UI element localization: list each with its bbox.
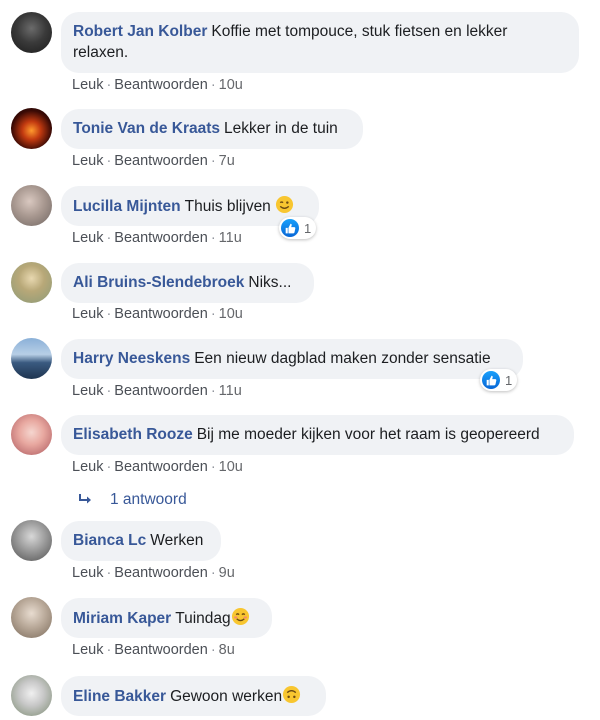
comment-actions: Leuk · Beantwoorden · 11u: [72, 383, 242, 399]
comment-time[interactable]: 11u: [219, 230, 242, 246]
comment-bubble: Bianca Lc Werken: [61, 521, 221, 561]
avatar[interactable]: [11, 185, 52, 226]
comment-author[interactable]: Bianca Lc: [73, 532, 146, 549]
comment-actions: Leuk · Beantwoorden · 10u: [72, 77, 243, 93]
like-link[interactable]: Leuk: [72, 383, 103, 399]
comment-time[interactable]: 9u: [219, 565, 235, 581]
like-thumb-icon: [281, 219, 299, 237]
comment-text: Een nieuw dagblad maken zonder sensatie: [194, 350, 491, 367]
comment-time[interactable]: 7u: [219, 153, 235, 169]
reply-link[interactable]: Beantwoorden: [114, 77, 208, 93]
comment-author[interactable]: Elisabeth Rooze: [73, 426, 193, 443]
comment-bubble: Ali Bruins-Slendebroek Niks...: [61, 263, 314, 303]
avatar[interactable]: [11, 597, 52, 638]
reaction-count[interactable]: 1: [279, 217, 317, 239]
like-link[interactable]: Leuk: [72, 306, 103, 322]
reply-link[interactable]: Beantwoorden: [114, 230, 208, 246]
avatar[interactable]: [11, 108, 52, 149]
comment-bubble: Miriam Kaper Tuindag: [61, 598, 272, 638]
smile-emoji-icon: [231, 607, 249, 626]
like-link[interactable]: Leuk: [72, 459, 103, 475]
comment-author[interactable]: Ali Bruins-Slendebroek: [73, 274, 244, 291]
like-link[interactable]: Leuk: [72, 565, 103, 581]
like-thumb-icon: [482, 371, 500, 389]
wink-emoji-icon: [276, 195, 294, 214]
comment-text: Bij me moeder kijken voor het raam is ge…: [196, 426, 540, 443]
comment-text: Lekker in de tuin: [224, 120, 338, 137]
comment-bubble: Eline Bakker Gewoon werken: [61, 676, 326, 716]
reply-arrow-icon: [79, 494, 91, 504]
comment-author[interactable]: Eline Bakker: [73, 688, 166, 705]
comment-author[interactable]: Harry Neeskens: [73, 350, 190, 367]
comment-time[interactable]: 8u: [219, 642, 235, 658]
reply-link[interactable]: Beantwoorden: [114, 565, 208, 581]
avatar[interactable]: [11, 12, 52, 53]
comment-bubble: Lucilla Mijnten Thuis blijven: [61, 186, 319, 226]
comment-bubble: Robert Jan Kolber Koffie met tompouce, st…: [61, 12, 579, 73]
upside-down-emoji-icon: [283, 685, 301, 704]
comment-time[interactable]: 10u: [219, 77, 243, 93]
reaction-number: 1: [304, 220, 312, 236]
comment-author[interactable]: Miriam Kaper: [73, 610, 171, 627]
like-link[interactable]: Leuk: [72, 153, 103, 169]
comment-text-continued: relaxen.: [73, 44, 129, 61]
avatar[interactable]: [11, 338, 52, 379]
comment-text: Koffie met tompouce, stuk fietsen en lek…: [211, 23, 508, 40]
reply-link[interactable]: Beantwoorden: [114, 459, 208, 475]
comment-time[interactable]: 11u: [219, 383, 242, 399]
comment-actions: Leuk · Beantwoorden · 10u: [72, 306, 243, 322]
comment-bubble: Tonie Van de Kraats Lekker in de tuin: [61, 109, 363, 149]
comment-actions: Leuk · Beantwoorden · 8u: [72, 642, 235, 658]
comment-time[interactable]: 10u: [219, 306, 243, 322]
comment-actions: Leuk · Beantwoorden · 10u: [72, 459, 243, 475]
comment-time[interactable]: 10u: [219, 459, 243, 475]
reply-link[interactable]: Beantwoorden: [114, 306, 208, 322]
reaction-count[interactable]: 1: [480, 369, 518, 391]
avatar[interactable]: [11, 520, 52, 561]
comment-text: Werken: [150, 532, 204, 549]
comment-text: Tuindag: [175, 610, 231, 627]
avatar[interactable]: [11, 414, 52, 455]
comment-actions: Leuk · Beantwoorden · 7u: [72, 153, 235, 169]
comment-actions: Leuk · Beantwoorden · 9u: [72, 565, 235, 581]
like-link[interactable]: Leuk: [72, 642, 103, 658]
comment-author[interactable]: Tonie Van de Kraats: [73, 120, 220, 137]
comment-text: Gewoon werken: [170, 688, 283, 705]
view-replies-link[interactable]: 1 antwoord: [78, 491, 187, 509]
avatar[interactable]: [11, 262, 52, 303]
replies-count-label[interactable]: 1 antwoord: [110, 491, 187, 509]
comment-bubble: Elisabeth Rooze Bij me moeder kijken voor…: [61, 415, 574, 455]
comment-author[interactable]: Lucilla Mijnten: [73, 198, 181, 215]
reaction-number: 1: [505, 372, 513, 388]
comment-actions: Leuk · Beantwoorden · 11u: [72, 230, 242, 246]
comment-text: Thuis blijven: [184, 198, 271, 215]
avatar[interactable]: [11, 675, 52, 716]
comment-author[interactable]: Robert Jan Kolber: [73, 23, 207, 40]
reply-link[interactable]: Beantwoorden: [114, 153, 208, 169]
comment-bubble: Harry Neeskens Een nieuw dagblad maken zo…: [61, 339, 523, 379]
comment-text: Niks...: [248, 274, 292, 291]
reply-link[interactable]: Beantwoorden: [114, 642, 208, 658]
like-link[interactable]: Leuk: [72, 230, 103, 246]
reply-link[interactable]: Beantwoorden: [114, 383, 208, 399]
like-link[interactable]: Leuk: [72, 77, 103, 93]
